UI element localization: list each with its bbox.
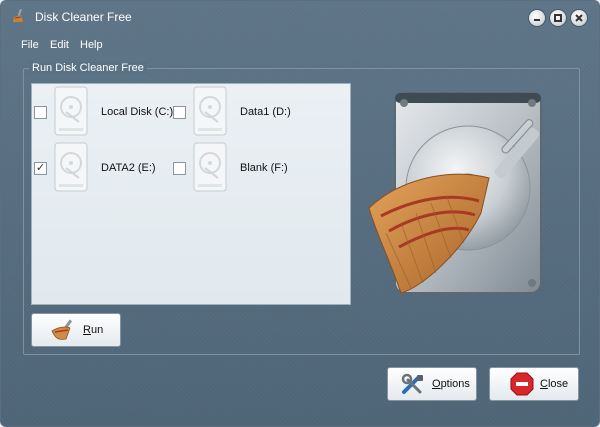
menu-file[interactable]: File [21,39,39,51]
broom-icon [51,319,73,340]
drive-item-f[interactable]: Blank (F:) [171,142,331,194]
drive-list: Local Disk (C:) Data1 (D:) ✓ DATA2 (E:) … [31,83,351,305]
broom-icon [13,9,23,22]
stop-sign-icon [510,372,534,396]
drive-label-d: Data1 (D:) [240,106,291,118]
hard-drive-icon [193,86,227,136]
hard-drive-icon [193,142,227,192]
options-button[interactable]: Options [387,367,477,401]
run-button-label: Run [83,324,104,336]
window-title: Disk Cleaner Free [35,10,132,24]
minimize-icon [534,19,540,21]
hard-drive-icon [54,142,88,192]
close-button[interactable]: Close [489,367,579,401]
close-button-label: Close [540,378,569,390]
drive-label-f: Blank (F:) [240,162,288,174]
options-button-label: Options [432,378,470,390]
minimize-button[interactable] [529,10,545,26]
title-bar[interactable]: Disk Cleaner Free [1,1,599,31]
menu-bar: File Edit Help [1,37,599,55]
hard-drive-broom-icon [368,92,542,294]
maximize-icon [554,14,562,22]
drive-item-d[interactable]: Data1 (D:) [171,86,331,138]
menu-help[interactable]: Help [80,39,103,51]
drive-checkbox-c[interactable] [34,106,47,119]
drive-checkbox-d[interactable] [173,106,186,119]
app-window: Disk Cleaner Free File Edit Help Run Dis… [0,0,600,427]
hard-drive-icon [54,86,88,136]
group-label: Run Disk Cleaner Free [29,62,147,74]
drive-checkbox-f[interactable] [173,162,186,175]
run-button[interactable]: Run [31,313,121,347]
drive-checkbox-e[interactable]: ✓ [34,162,47,175]
close-window-button[interactable] [571,10,587,26]
close-icon [575,14,583,22]
wrench-screwdriver-icon [401,373,423,394]
drive-item-e[interactable]: ✓ DATA2 (E:) [32,142,192,194]
drive-label-c: Local Disk (C:) [101,106,174,118]
drive-item-c[interactable]: Local Disk (C:) [32,86,192,138]
menu-edit[interactable]: Edit [50,39,69,51]
drive-label-e: DATA2 (E:) [101,162,156,174]
maximize-button[interactable] [550,10,566,26]
